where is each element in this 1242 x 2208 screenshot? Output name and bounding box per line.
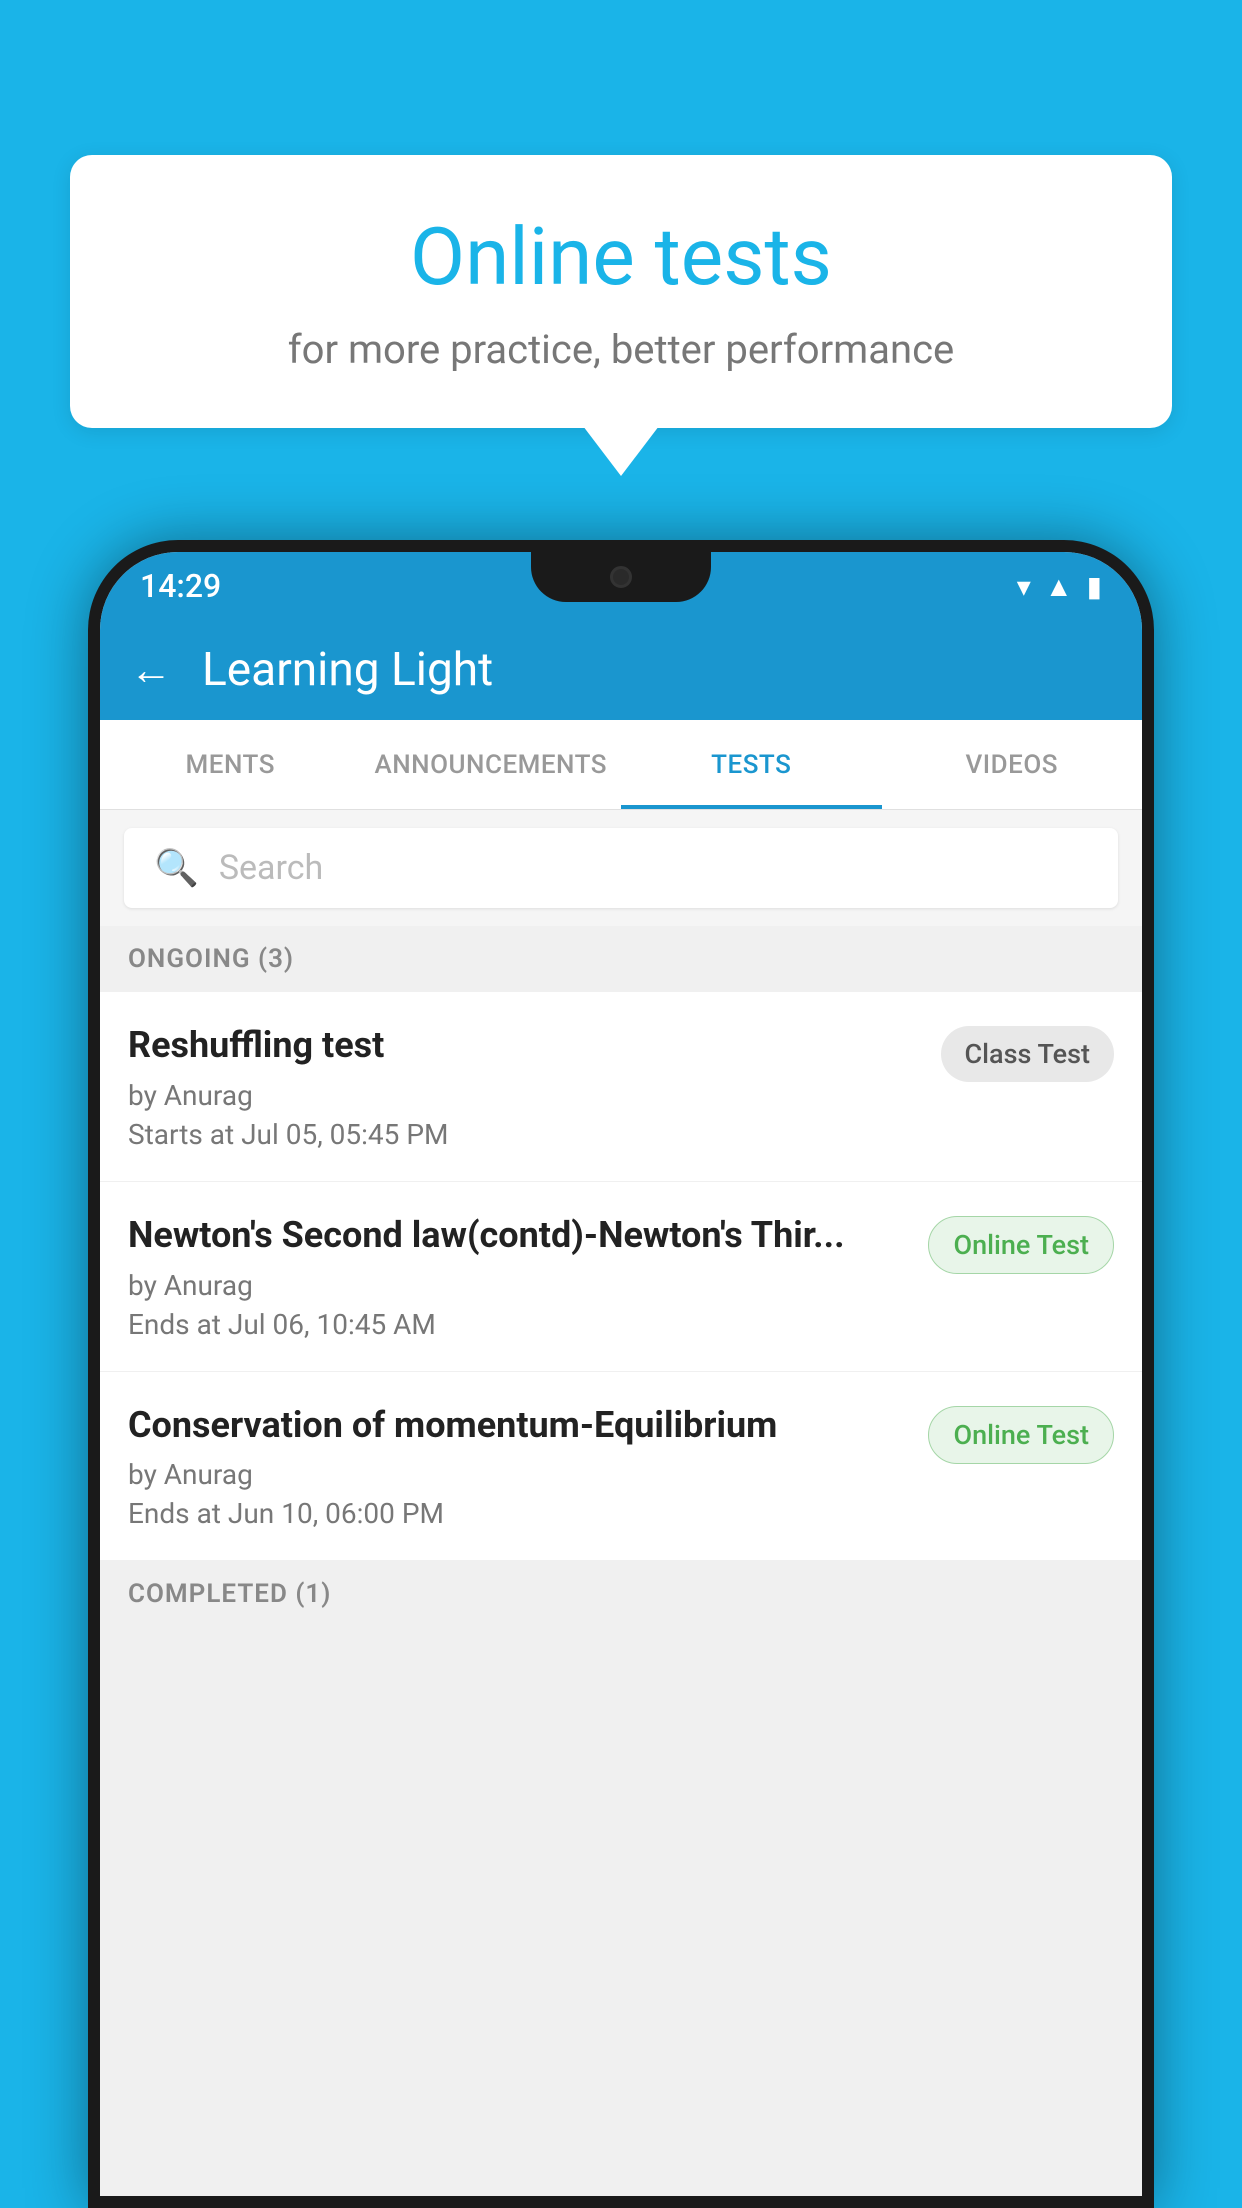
test-author: by Anurag — [128, 1458, 908, 1491]
test-badge-online-2: Online Test — [928, 1406, 1114, 1464]
test-list: Reshuffling test by Anurag Starts at Jul… — [100, 992, 1142, 1561]
phone-frame: 14:29 ▾ ▲ ▮ ← Learning Light MENTS ANNOU… — [88, 540, 1154, 2208]
test-author: by Anurag — [128, 1079, 921, 1112]
completed-section-header: COMPLETED (1) — [100, 1561, 1142, 1627]
test-info: Newton's Second law(contd)-Newton's Thir… — [128, 1212, 908, 1341]
app-title: Learning Light — [202, 643, 493, 697]
test-name: Reshuffling test — [128, 1022, 921, 1069]
app-bar: ← Learning Light — [100, 620, 1142, 720]
search-container: 🔍 Search — [100, 810, 1142, 926]
speech-bubble-container: Online tests for more practice, better p… — [70, 155, 1172, 428]
test-item[interactable]: Reshuffling test by Anurag Starts at Jul… — [100, 992, 1142, 1182]
battery-icon: ▮ — [1087, 570, 1102, 603]
back-button[interactable]: ← — [130, 646, 172, 695]
test-name: Conservation of momentum-Equilibrium — [128, 1402, 908, 1449]
camera-notch — [610, 566, 632, 588]
signal-icon: ▲ — [1045, 570, 1073, 603]
test-item[interactable]: Conservation of momentum-Equilibrium by … — [100, 1372, 1142, 1562]
status-time: 14:29 — [140, 567, 221, 605]
bubble-title: Online tests — [130, 210, 1112, 304]
status-icons: ▾ ▲ ▮ — [1017, 570, 1102, 603]
tabs-bar: MENTS ANNOUNCEMENTS TESTS VIDEOS — [100, 720, 1142, 810]
tab-tests[interactable]: TESTS — [621, 720, 882, 809]
test-badge-online: Online Test — [928, 1216, 1114, 1274]
test-badge-class: Class Test — [941, 1026, 1115, 1082]
test-author: by Anurag — [128, 1269, 908, 1302]
tab-announcements[interactable]: ANNOUNCEMENTS — [361, 720, 622, 809]
phone-notch — [531, 552, 711, 602]
bubble-subtitle: for more practice, better performance — [130, 326, 1112, 373]
test-item[interactable]: Newton's Second law(contd)-Newton's Thir… — [100, 1182, 1142, 1372]
speech-bubble: Online tests for more practice, better p… — [70, 155, 1172, 428]
test-info: Conservation of momentum-Equilibrium by … — [128, 1402, 908, 1531]
test-time: Starts at Jul 05, 05:45 PM — [128, 1118, 921, 1151]
test-time: Ends at Jun 10, 06:00 PM — [128, 1497, 908, 1530]
completed-label: COMPLETED (1) — [128, 1579, 331, 1609]
search-icon: 🔍 — [154, 847, 199, 889]
ongoing-label: ONGOING (3) — [128, 944, 294, 974]
search-placeholder: Search — [219, 848, 323, 888]
wifi-icon: ▾ — [1017, 570, 1031, 603]
tab-ments[interactable]: MENTS — [100, 720, 361, 809]
phone-inner: 14:29 ▾ ▲ ▮ ← Learning Light MENTS ANNOU… — [100, 552, 1142, 2196]
tab-videos[interactable]: VIDEOS — [882, 720, 1143, 809]
test-time: Ends at Jul 06, 10:45 AM — [128, 1308, 908, 1341]
test-info: Reshuffling test by Anurag Starts at Jul… — [128, 1022, 921, 1151]
test-name: Newton's Second law(contd)-Newton's Thir… — [128, 1212, 908, 1259]
ongoing-section-header: ONGOING (3) — [100, 926, 1142, 992]
search-bar[interactable]: 🔍 Search — [124, 828, 1118, 908]
